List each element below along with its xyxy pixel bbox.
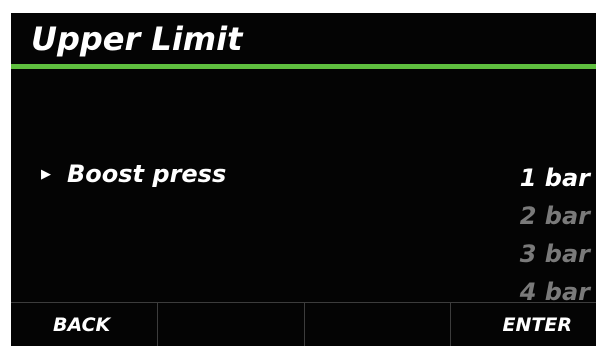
value-list[interactable]: 1 bar 2 bar 3 bar 4 bar: [520, 159, 590, 311]
display-screen: Upper Limit ▶ Boost press 1 bar 2 bar 3 …: [11, 13, 596, 346]
selection-pointer-icon: ▶: [41, 166, 51, 182]
softkey-3-button[interactable]: [303, 303, 450, 346]
enter-button[interactable]: ENTER: [449, 303, 596, 346]
softkey-bar: BACK ENTER: [11, 302, 596, 346]
back-button[interactable]: BACK: [11, 303, 157, 346]
page-title: Upper Limit: [31, 20, 243, 58]
setting-label: Boost press: [67, 160, 227, 188]
softkey-2-button[interactable]: [157, 303, 303, 346]
setting-row[interactable]: ▶ Boost press: [41, 159, 226, 189]
option-3-bar[interactable]: 3 bar: [520, 235, 590, 273]
title-underline: [11, 64, 596, 69]
option-1-bar[interactable]: 1 bar: [520, 159, 590, 197]
option-2-bar[interactable]: 2 bar: [520, 197, 590, 235]
